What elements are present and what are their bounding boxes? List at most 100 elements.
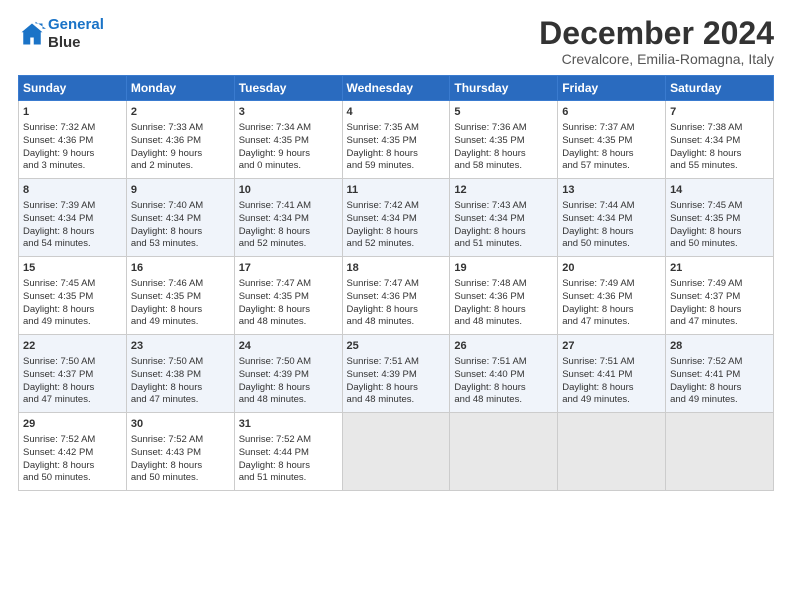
day-info-line: Daylight: 8 hours — [454, 226, 553, 239]
day-cell — [666, 413, 774, 491]
day-info-line: Sunrise: 7:36 AM — [454, 122, 553, 135]
day-number: 10 — [239, 183, 338, 198]
day-info-line: Sunrise: 7:47 AM — [239, 278, 338, 291]
day-info-line: Sunset: 4:35 PM — [670, 213, 769, 226]
day-info-line: Sunset: 4:35 PM — [347, 135, 446, 148]
day-cell: 5Sunrise: 7:36 AMSunset: 4:35 PMDaylight… — [450, 101, 558, 179]
day-info-line: and 47 minutes. — [562, 316, 661, 329]
day-number: 24 — [239, 339, 338, 354]
day-info-line: Sunset: 4:35 PM — [562, 135, 661, 148]
day-cell: 31Sunrise: 7:52 AMSunset: 4:44 PMDayligh… — [234, 413, 342, 491]
day-info-line: Daylight: 8 hours — [670, 304, 769, 317]
day-cell: 25Sunrise: 7:51 AMSunset: 4:39 PMDayligh… — [342, 335, 450, 413]
day-info-line: Sunset: 4:39 PM — [347, 369, 446, 382]
day-info-line: Sunset: 4:35 PM — [23, 291, 122, 304]
day-info-line: Sunset: 4:41 PM — [670, 369, 769, 382]
col-header-tuesday: Tuesday — [234, 76, 342, 101]
day-number: 9 — [131, 183, 230, 198]
day-number: 20 — [562, 261, 661, 276]
day-info-line: Daylight: 8 hours — [23, 460, 122, 473]
day-cell: 12Sunrise: 7:43 AMSunset: 4:34 PMDayligh… — [450, 179, 558, 257]
day-info-line: Sunrise: 7:46 AM — [131, 278, 230, 291]
day-info-line: and 58 minutes. — [454, 160, 553, 173]
day-number: 1 — [23, 105, 122, 120]
month-title: December 2024 — [539, 16, 774, 51]
day-info-line: Sunset: 4:42 PM — [23, 447, 122, 460]
day-info-line: Daylight: 9 hours — [131, 148, 230, 161]
day-number: 31 — [239, 417, 338, 432]
day-info-line: and 59 minutes. — [347, 160, 446, 173]
day-cell: 19Sunrise: 7:48 AMSunset: 4:36 PMDayligh… — [450, 257, 558, 335]
day-cell: 14Sunrise: 7:45 AMSunset: 4:35 PMDayligh… — [666, 179, 774, 257]
day-info-line: Daylight: 8 hours — [670, 382, 769, 395]
day-info-line: Daylight: 8 hours — [562, 382, 661, 395]
day-number: 5 — [454, 105, 553, 120]
day-info-line: Sunrise: 7:52 AM — [239, 434, 338, 447]
day-info-line: Daylight: 8 hours — [454, 382, 553, 395]
day-number: 27 — [562, 339, 661, 354]
logo-text: General Blue — [48, 16, 104, 52]
day-info-line: Daylight: 8 hours — [239, 460, 338, 473]
col-header-sunday: Sunday — [19, 76, 127, 101]
day-info-line: Sunrise: 7:35 AM — [347, 122, 446, 135]
day-number: 26 — [454, 339, 553, 354]
day-number: 11 — [347, 183, 446, 198]
day-info-line: Sunset: 4:36 PM — [347, 291, 446, 304]
day-info-line: Daylight: 8 hours — [131, 304, 230, 317]
day-number: 13 — [562, 183, 661, 198]
day-info-line: and 48 minutes. — [454, 394, 553, 407]
calendar-container: General Blue December 2024 Crevalcore, E… — [0, 0, 792, 501]
day-info-line: and 48 minutes. — [239, 394, 338, 407]
day-info-line: and 51 minutes. — [454, 238, 553, 251]
col-header-wednesday: Wednesday — [342, 76, 450, 101]
day-info-line: Sunrise: 7:44 AM — [562, 200, 661, 213]
day-info-line: Daylight: 8 hours — [454, 148, 553, 161]
day-cell: 26Sunrise: 7:51 AMSunset: 4:40 PMDayligh… — [450, 335, 558, 413]
day-number: 3 — [239, 105, 338, 120]
week-row-5: 29Sunrise: 7:52 AMSunset: 4:42 PMDayligh… — [19, 413, 774, 491]
day-info-line: and 55 minutes. — [670, 160, 769, 173]
day-info-line: Sunrise: 7:52 AM — [23, 434, 122, 447]
header: General Blue December 2024 Crevalcore, E… — [18, 16, 774, 67]
day-cell: 29Sunrise: 7:52 AMSunset: 4:42 PMDayligh… — [19, 413, 127, 491]
day-info-line: Sunset: 4:38 PM — [131, 369, 230, 382]
day-info-line: Sunset: 4:36 PM — [562, 291, 661, 304]
day-info-line: Daylight: 8 hours — [239, 226, 338, 239]
day-info-line: and 49 minutes. — [131, 316, 230, 329]
day-info-line: and 48 minutes. — [347, 316, 446, 329]
day-info-line: Daylight: 8 hours — [131, 382, 230, 395]
col-header-friday: Friday — [558, 76, 666, 101]
day-cell: 23Sunrise: 7:50 AMSunset: 4:38 PMDayligh… — [126, 335, 234, 413]
day-number: 30 — [131, 417, 230, 432]
col-header-saturday: Saturday — [666, 76, 774, 101]
day-info-line: Daylight: 8 hours — [562, 304, 661, 317]
day-info-line: Daylight: 8 hours — [670, 226, 769, 239]
day-cell — [558, 413, 666, 491]
day-cell: 10Sunrise: 7:41 AMSunset: 4:34 PMDayligh… — [234, 179, 342, 257]
day-info-line: Sunrise: 7:52 AM — [670, 356, 769, 369]
day-info-line: Sunset: 4:34 PM — [670, 135, 769, 148]
calendar-header-row: SundayMondayTuesdayWednesdayThursdayFrid… — [19, 76, 774, 101]
day-info-line: Sunset: 4:39 PM — [239, 369, 338, 382]
day-number: 16 — [131, 261, 230, 276]
day-cell: 18Sunrise: 7:47 AMSunset: 4:36 PMDayligh… — [342, 257, 450, 335]
day-number: 22 — [23, 339, 122, 354]
day-cell: 2Sunrise: 7:33 AMSunset: 4:36 PMDaylight… — [126, 101, 234, 179]
day-info-line: Sunset: 4:34 PM — [562, 213, 661, 226]
day-info-line: Sunrise: 7:45 AM — [23, 278, 122, 291]
day-cell: 30Sunrise: 7:52 AMSunset: 4:43 PMDayligh… — [126, 413, 234, 491]
day-info-line: and 50 minutes. — [562, 238, 661, 251]
day-info-line: Sunrise: 7:49 AM — [562, 278, 661, 291]
day-info-line: Daylight: 8 hours — [347, 304, 446, 317]
day-cell: 4Sunrise: 7:35 AMSunset: 4:35 PMDaylight… — [342, 101, 450, 179]
day-number: 21 — [670, 261, 769, 276]
day-cell: 24Sunrise: 7:50 AMSunset: 4:39 PMDayligh… — [234, 335, 342, 413]
day-info-line: and 0 minutes. — [239, 160, 338, 173]
day-number: 15 — [23, 261, 122, 276]
week-row-2: 8Sunrise: 7:39 AMSunset: 4:34 PMDaylight… — [19, 179, 774, 257]
week-row-1: 1Sunrise: 7:32 AMSunset: 4:36 PMDaylight… — [19, 101, 774, 179]
day-info-line: and 49 minutes. — [23, 316, 122, 329]
day-number: 14 — [670, 183, 769, 198]
day-info-line: Sunrise: 7:47 AM — [347, 278, 446, 291]
day-number: 25 — [347, 339, 446, 354]
